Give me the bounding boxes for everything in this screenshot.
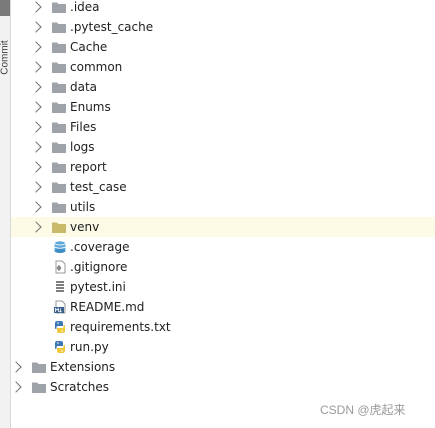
folder-icon <box>52 162 66 173</box>
chevron-right-icon[interactable] <box>30 201 42 213</box>
chevron-right-icon[interactable] <box>30 21 42 33</box>
folder-icon <box>52 182 66 193</box>
strip-tab-marker[interactable] <box>0 0 10 16</box>
folder-label: data <box>70 80 98 94</box>
chevron-right-icon[interactable] <box>30 61 42 73</box>
tree-row-gitignore[interactable]: .gitignore <box>11 257 435 277</box>
tree-row-cache[interactable]: Cache <box>11 37 435 57</box>
tree-row-data[interactable]: data <box>11 77 435 97</box>
tree-row-idea[interactable]: .idea <box>11 0 435 17</box>
folder-icon <box>52 82 66 93</box>
tree-row-test-case[interactable]: test_case <box>11 177 435 197</box>
folder-icon <box>32 382 46 393</box>
chevron-right-icon[interactable] <box>10 381 22 393</box>
folder-label: Files <box>70 120 97 134</box>
tree-row-requirements[interactable]: requirements.txt <box>11 317 435 337</box>
folder-icon <box>52 202 66 213</box>
file-label: run.py <box>70 340 109 354</box>
chevron-right-icon[interactable] <box>30 141 42 153</box>
project-tree: .idea .pytest_cache Cache common data En… <box>10 0 435 397</box>
folder-label: common <box>70 60 123 74</box>
tree-row-files[interactable]: Files <box>11 117 435 137</box>
folder-label: .pytest_cache <box>70 20 154 34</box>
ini-file-icon <box>56 281 64 292</box>
chevron-right-icon[interactable] <box>30 1 42 13</box>
chevron-right-icon[interactable] <box>30 181 42 193</box>
folder-icon <box>32 362 46 373</box>
folder-label: Cache <box>70 40 108 54</box>
chevron-right-icon[interactable] <box>30 221 42 233</box>
folder-label: .idea <box>70 0 100 14</box>
folder-icon <box>52 62 66 73</box>
chevron-right-icon[interactable] <box>30 81 42 93</box>
file-label: .coverage <box>70 240 130 254</box>
folder-label: logs <box>70 140 95 154</box>
tree-row-scratches[interactable]: Scratches <box>10 377 435 397</box>
file-label: .gitignore <box>70 260 128 274</box>
tree-row-enums[interactable]: Enums <box>11 97 435 117</box>
commit-tab-label[interactable]: Commit <box>0 40 11 76</box>
watermark: CSDN @虎起来 <box>320 403 406 417</box>
folder-icon <box>52 222 66 233</box>
folder-label: utils <box>70 200 96 214</box>
folder-icon <box>52 42 66 53</box>
root-item-label: Extensions <box>50 360 116 374</box>
chevron-right-icon[interactable] <box>30 121 42 133</box>
chevron-right-icon[interactable] <box>30 161 42 173</box>
tree-row-utils[interactable]: utils <box>11 197 435 217</box>
root-item-label: Scratches <box>50 380 110 394</box>
folder-icon <box>52 122 66 133</box>
tree-row-extensions[interactable]: Extensions <box>10 357 435 377</box>
file-label: README.md <box>70 300 145 314</box>
tree-row-pytest-cache[interactable]: .pytest_cache <box>11 17 435 37</box>
tree-row-common[interactable]: common <box>11 57 435 77</box>
tree-row-pytest-ini[interactable]: pytest.ini <box>11 277 435 297</box>
folder-icon <box>52 102 66 113</box>
chevron-right-icon[interactable] <box>30 41 42 53</box>
chevron-right-icon[interactable] <box>10 361 22 373</box>
tree-row-venv[interactable]: venv <box>11 217 435 237</box>
folder-label: test_case <box>70 180 127 194</box>
tree-row-readme[interactable]: README.md <box>11 297 435 317</box>
folder-label: venv <box>70 220 100 234</box>
tree-row-run-py[interactable]: run.py <box>11 337 435 357</box>
file-label: pytest.ini <box>70 280 126 294</box>
chevron-right-icon[interactable] <box>30 101 42 113</box>
folder-icon <box>52 142 66 153</box>
folder-label: Enums <box>70 100 111 114</box>
markdown-file-icon <box>54 300 66 314</box>
tree-row-coverage[interactable]: .coverage <box>11 237 435 257</box>
coverage-file-icon <box>54 240 66 253</box>
file-label: requirements.txt <box>70 320 171 334</box>
side-tool-strip: Commit <box>0 0 11 428</box>
python-file-icon <box>55 321 65 333</box>
folder-icon <box>52 22 66 33</box>
folder-label: report <box>70 160 107 174</box>
folder-icon <box>52 2 66 13</box>
tree-row-logs[interactable]: logs <box>11 137 435 157</box>
python-file-icon <box>55 341 65 353</box>
tree-row-report[interactable]: report <box>11 157 435 177</box>
gitignore-file-icon <box>55 260 66 274</box>
